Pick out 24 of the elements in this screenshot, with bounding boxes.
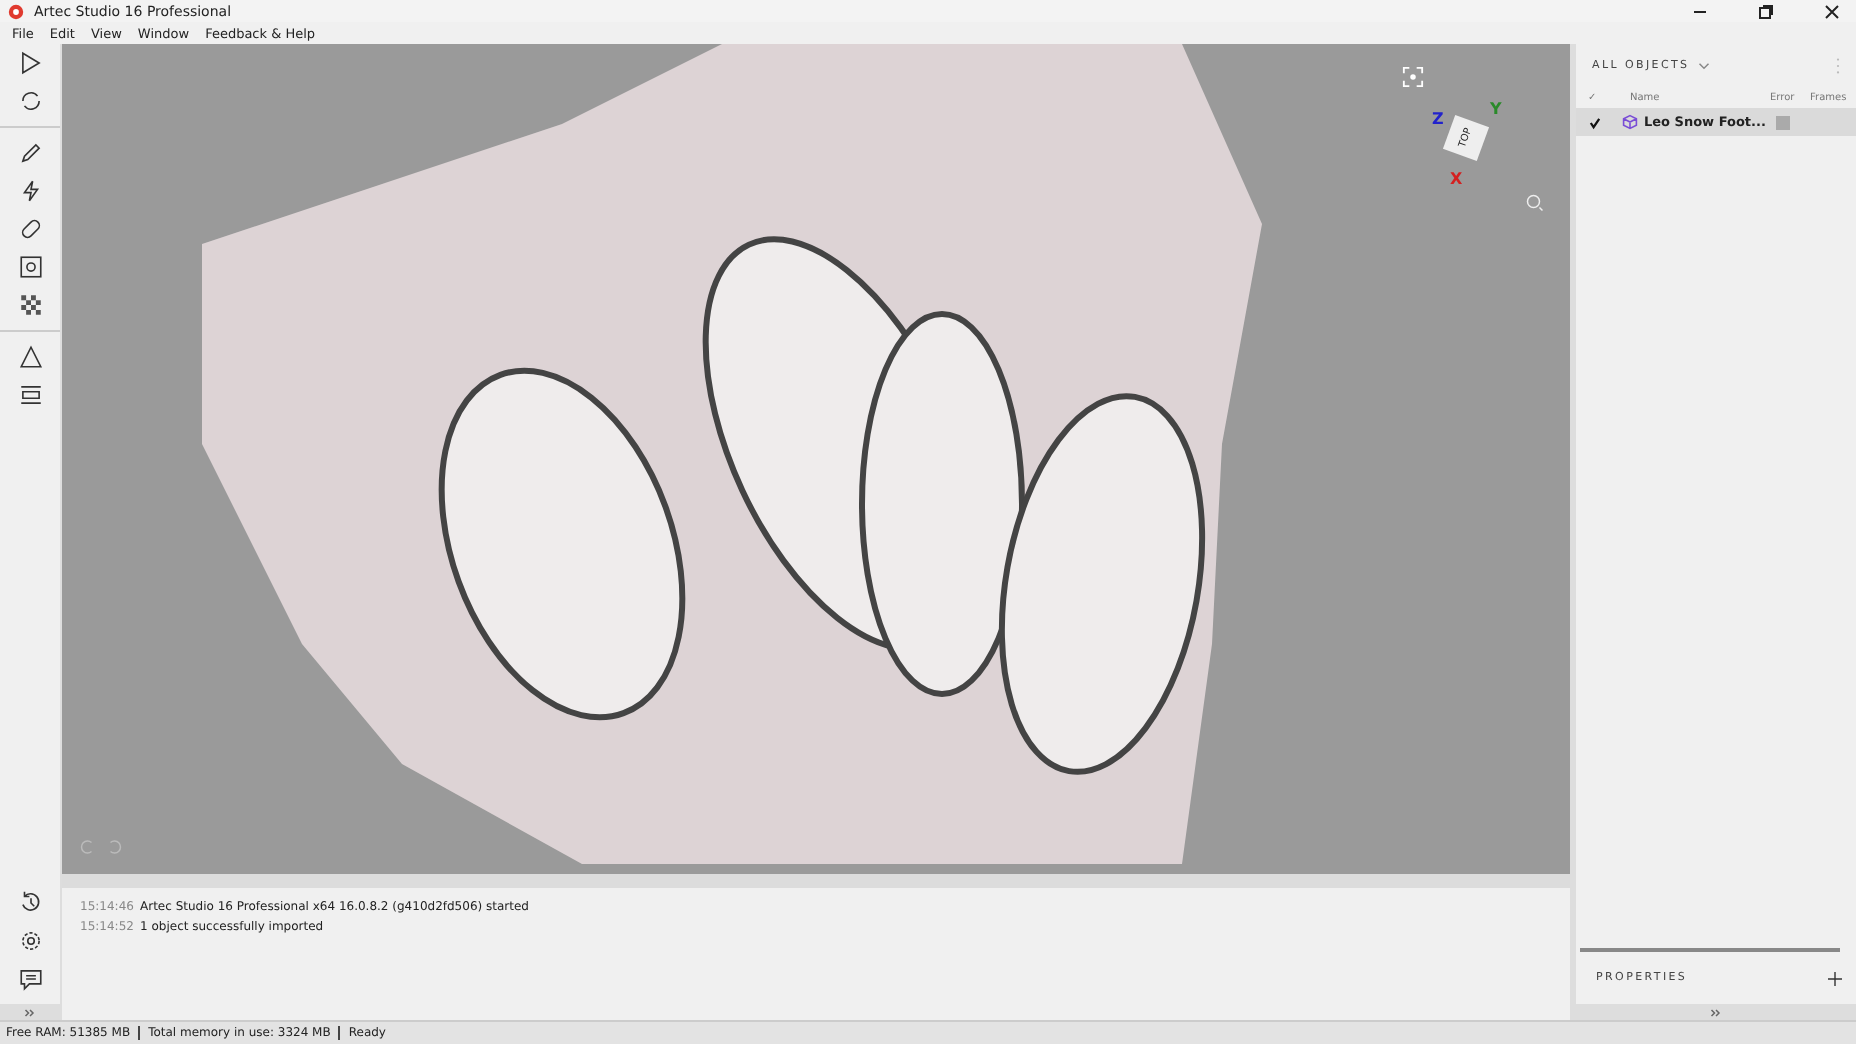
status-divider bbox=[138, 1026, 141, 1040]
chat-icon[interactable] bbox=[17, 966, 43, 992]
settings-icon[interactable] bbox=[17, 928, 43, 954]
restore-icon[interactable] bbox=[1756, 1, 1776, 21]
texture-icon[interactable] bbox=[17, 292, 43, 318]
status-divider bbox=[338, 1026, 341, 1040]
axis-label: X bbox=[1450, 170, 1463, 188]
target-square-icon[interactable] bbox=[17, 254, 43, 280]
axis-label: Y bbox=[1490, 100, 1502, 118]
expand-handle[interactable] bbox=[1576, 1004, 1856, 1020]
object-cube-icon bbox=[1622, 114, 1638, 130]
error-indicator bbox=[1775, 115, 1790, 129]
add-icon[interactable] bbox=[1828, 971, 1842, 985]
axis-label: Z bbox=[1432, 110, 1444, 128]
check-mark-icon[interactable] bbox=[1588, 115, 1602, 129]
dropdown-caret-icon[interactable] bbox=[1697, 62, 1710, 70]
expand-handle[interactable] bbox=[0, 1004, 60, 1020]
fit-view-icon[interactable] bbox=[1402, 66, 1424, 88]
pencil-icon[interactable] bbox=[17, 140, 43, 166]
triangle-icon[interactable] bbox=[17, 344, 43, 370]
close-icon[interactable] bbox=[1822, 1, 1842, 21]
play-icon[interactable] bbox=[17, 50, 43, 76]
history-icon[interactable] bbox=[17, 890, 43, 916]
auto-rotate-icon[interactable] bbox=[17, 88, 43, 114]
